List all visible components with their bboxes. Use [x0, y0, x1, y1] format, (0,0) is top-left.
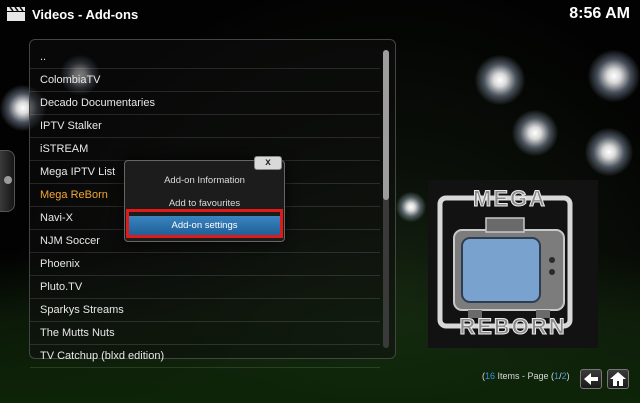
stadium-light	[585, 128, 633, 176]
clock: 8:56 AM	[569, 5, 630, 22]
stadium-light	[396, 192, 426, 222]
page-title: Videos - Add-ons	[32, 7, 139, 22]
item-count: 16	[485, 371, 496, 381]
close-icon[interactable]: x	[254, 156, 282, 170]
logo-text-bottom: REBORN	[459, 314, 567, 340]
scrollbar-thumb[interactable]	[383, 50, 389, 200]
list-item[interactable]: Pluto.TV	[30, 276, 380, 299]
side-menu-tab[interactable]	[0, 150, 15, 212]
header-bar: Videos - Add-ons 8:56 AM	[0, 0, 640, 30]
logo-text-top: MEGA	[473, 186, 547, 212]
page-info: (16 Items - Page (1/2)	[482, 371, 570, 381]
list-item[interactable]: Sparkys Streams	[30, 299, 380, 322]
list-item[interactable]: ColombiaTV	[30, 69, 380, 92]
list-item[interactable]: iSTREAM	[30, 138, 380, 161]
list-item-parent[interactable]: ..	[30, 46, 380, 69]
stadium-light	[475, 55, 525, 105]
clapperboard-icon	[6, 6, 26, 22]
list-item[interactable]: Phoenix	[30, 253, 380, 276]
highlight-box	[126, 209, 283, 238]
stadium-light	[512, 110, 558, 156]
list-item[interactable]: IPTV Stalker	[30, 115, 380, 138]
addon-thumbnail: MEGA REBORN	[428, 180, 598, 348]
back-button[interactable]	[580, 369, 602, 389]
list-item[interactable]: The Mutts Nuts	[30, 322, 380, 345]
home-icon	[610, 372, 626, 386]
stadium-light	[588, 50, 640, 102]
list-scrollbar[interactable]	[383, 50, 389, 348]
list-item[interactable]: Decado Documentaries	[30, 92, 380, 115]
menu-item-addon-information[interactable]: Add-on Information	[129, 171, 280, 191]
list-item[interactable]: TV Catchup (blxd edition)	[30, 345, 380, 368]
side-menu-dot-icon	[4, 176, 12, 184]
home-button[interactable]	[607, 369, 629, 389]
back-arrow-icon	[584, 373, 598, 385]
